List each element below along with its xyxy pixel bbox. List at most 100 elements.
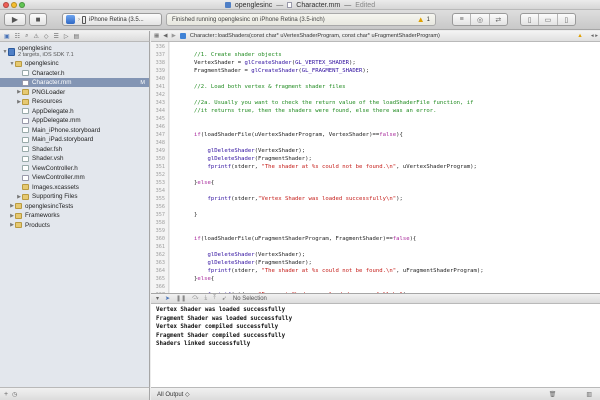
navigator-item-label: openglesinc (18, 44, 52, 52)
navigator-item[interactable]: Images.xcassets (0, 183, 149, 192)
code-token: glDeleteShader (207, 156, 255, 162)
line-number: 363 (155, 260, 165, 266)
console-line: Fragment Shader compiled successfully (156, 332, 286, 339)
version-editor-button[interactable]: ⇄ (490, 14, 507, 25)
code-line: if(loadShaderFile(uVertexShaderProgram, … (194, 131, 403, 139)
warning-icon: ▲ (416, 15, 425, 24)
navigator-item[interactable]: Character.mm M (0, 78, 149, 88)
trash-icon[interactable]: 🗑 (549, 391, 557, 398)
navigator-item[interactable]: ▶ Products (0, 221, 149, 230)
file-icon (22, 155, 29, 162)
file-icon (22, 117, 29, 124)
navigator-item[interactable]: ▼ openglesinc 2 targets, iOS SDK 7.1 (0, 44, 149, 59)
navigator-item[interactable]: ▶ Frameworks (0, 211, 149, 220)
line-number: 339 (155, 68, 165, 74)
navigator-item[interactable]: ▶ openglesincTests (0, 202, 149, 211)
navigator-item[interactable]: ViewController.h (0, 164, 149, 173)
navigator-item-label: openglesincTests (25, 202, 74, 210)
stop-button[interactable]: ■ (29, 13, 47, 26)
project-navigator-icon[interactable]: ▣ (4, 33, 10, 40)
navigator-item-label: Character.mm (32, 79, 72, 87)
navigator-item-label: openglesinc (25, 60, 59, 68)
code-token: { (210, 276, 215, 282)
step-out-icon[interactable]: ⤒ (213, 295, 216, 302)
related-items-icon[interactable]: ▦ (154, 33, 159, 39)
forward-arrow-icon[interactable]: ▶ (172, 33, 176, 39)
folder-icon (22, 98, 29, 105)
filter-icon[interactable]: ◷ (12, 391, 17, 398)
code-line: }else{ (194, 179, 214, 187)
step-over-icon[interactable]: ⤼ (192, 295, 198, 302)
navigator-item-label: Main_iPhone.storyboard (32, 126, 101, 134)
navigator-item[interactable]: Main_iPad.storyboard (0, 135, 149, 144)
console-output[interactable]: Vertex Shader was loaded successfully Fra… (151, 304, 600, 387)
jump-bar-path[interactable]: Character::loadShaders(const char* uVert… (190, 33, 440, 39)
scheme-destination: iPhone Retina (3.5... (89, 16, 144, 23)
code-token: (VertexShader); (254, 252, 306, 258)
title-bar: openglesinc — Character.mm — Edited (0, 0, 600, 10)
standard-editor-button[interactable]: ≡ (453, 14, 472, 25)
step-into-icon[interactable]: ⤓ (205, 295, 208, 302)
navigator-item[interactable]: Shader.fsh (0, 145, 149, 154)
nav-arrows-icon[interactable]: ◂ ▸ (591, 33, 598, 39)
add-icon[interactable]: + (4, 391, 8, 398)
code-token: "The shader at %s could not be found.\n" (261, 164, 397, 170)
split-icon[interactable]: ▥ (586, 391, 592, 398)
navigator-item[interactable]: ViewController.mm (0, 173, 149, 182)
navigator-item[interactable]: ▼ openglesinc (0, 59, 149, 68)
log-navigator-icon[interactable]: ▤ (73, 33, 79, 40)
navigator-item-label: Images.xcassets (32, 183, 79, 191)
run-button[interactable]: ▶ (4, 13, 26, 26)
symbol-navigator-icon[interactable]: ☷ (15, 33, 20, 40)
line-number: 352 (155, 172, 165, 178)
warning-icon-jumpbar[interactable]: ▲ (577, 33, 583, 39)
code-token: ); (396, 196, 403, 202)
code-token: //it returns true, then the shaders were… (194, 108, 437, 114)
code-editor[interactable]: //1. Create shader objects VertexShader =… (170, 42, 600, 298)
play-icon: ▶ (11, 15, 19, 24)
view-toggle-segmented: ▯ ▭ ▯ (520, 13, 576, 26)
debug-navigator-icon[interactable]: ☰ (53, 33, 58, 40)
breakpoints-toggle-icon[interactable]: ➤ (165, 295, 170, 302)
toggle-navigator-button[interactable]: ▯ (521, 14, 540, 25)
navigator-item[interactable]: ▶ Supporting Files (0, 192, 149, 201)
hide-debug-area-icon[interactable]: ▾ (156, 295, 159, 302)
file-icon (22, 70, 29, 77)
toggle-utilities-button[interactable]: ▯ (558, 14, 575, 25)
window-title-file: Character.mm (296, 1, 341, 9)
code-token: else (197, 180, 211, 186)
code-token: fprintf (207, 268, 232, 274)
output-selector[interactable]: All Output ◇ (157, 391, 190, 398)
code-token: (loadShaderFile(uVertexShaderProgram, Ve… (200, 132, 380, 138)
navigator-item[interactable]: Shader.vsh (0, 154, 149, 163)
code-token: { (210, 180, 215, 186)
navigator-item[interactable]: AppDelegate.h (0, 107, 149, 116)
breakpoint-navigator-icon[interactable]: ▷ (64, 33, 69, 40)
navigator-item[interactable]: Main_iPhone.storyboard (0, 126, 149, 135)
toggle-debug-area-button[interactable]: ▭ (539, 14, 558, 25)
location-icon[interactable]: ➹ (222, 295, 227, 302)
editor-mode-segmented: ≡ ◎ ⇄ (452, 13, 508, 26)
folder-icon (15, 222, 22, 229)
scheme-selector[interactable]: › iPhone Retina (3.5... (62, 13, 162, 26)
find-navigator-icon[interactable]: ⌕ (25, 33, 28, 40)
line-number: 340 (155, 76, 165, 82)
assistant-editor-button[interactable]: ◎ (471, 14, 490, 25)
navigator-item[interactable]: Character.h (0, 69, 149, 78)
warning-indicator[interactable]: ▲ 1 (417, 15, 430, 24)
issue-navigator-icon[interactable]: ⚠ (33, 33, 38, 40)
navigator-item-label: Shader.vsh (32, 155, 64, 163)
test-navigator-icon[interactable]: ◇ (44, 33, 49, 40)
navigator-item[interactable]: ▶ Resources (0, 97, 149, 106)
line-number: 349 (155, 148, 165, 154)
stop-icon: ■ (35, 15, 41, 24)
back-arrow-icon[interactable]: ◀ (163, 33, 167, 39)
pause-icon[interactable]: ❚❚ (176, 295, 186, 302)
code-token: if (194, 132, 201, 138)
navigator-item[interactable]: AppDelegate.mm (0, 116, 149, 125)
code-token: (VertexShader); (254, 148, 306, 154)
line-number: 338 (155, 60, 165, 66)
navigator-item[interactable]: ▶ PNGLoader (0, 88, 149, 97)
code-token: "The shader at %s could not be found.\n" (261, 268, 397, 274)
code-line: fprintf(stderr, "The shader at %s could … (194, 163, 476, 171)
